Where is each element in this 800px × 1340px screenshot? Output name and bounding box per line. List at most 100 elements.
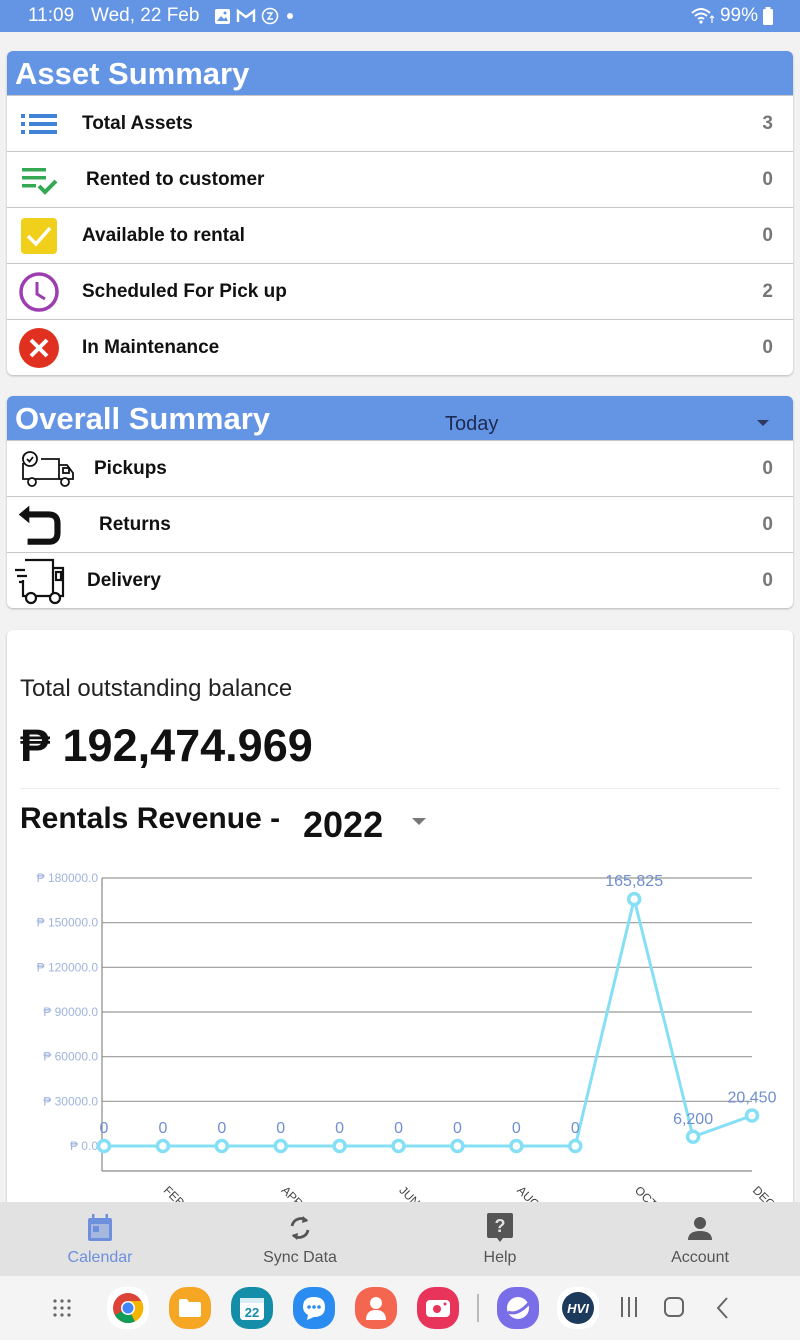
data-point [568,1138,583,1154]
summary-label: Returns [99,513,171,535]
year-dropdown-caret-icon[interactable] [412,818,426,825]
dock-divider [477,1294,479,1322]
data-point [214,1138,230,1154]
battery-percent: 99% [719,5,758,26]
svg-text:HVI: HVI [567,1301,589,1316]
gmail-icon [236,8,256,22]
messages-icon[interactable] [293,1287,335,1329]
x-tick-label: OCT [632,1183,660,1202]
contacts-icon[interactable] [355,1287,397,1329]
sync-icon [284,1212,316,1244]
battery-icon [763,6,773,25]
nav-label: Account [671,1249,729,1266]
list-check-icon [19,158,63,202]
period-value: Today [445,413,499,435]
dashboard-page: Asset Summary Total Assets 3 Rented to c… [0,32,800,1202]
dropdown-caret-icon [757,420,769,426]
calendar-icon [84,1212,116,1244]
hvi-app-icon[interactable]: HVI [557,1287,599,1329]
asset-summary-card: Asset Summary Total Assets 3 Rented to c… [7,51,793,375]
period-dropdown[interactable]: Today [445,396,785,440]
data-label: 165,825 [605,873,663,890]
y-tick-label: ₱ 120000.0 [37,960,99,974]
revenue-chart: ₱ 0.0 ₱ 30000.0 ₱ 60000.0 ₱ 90000.0 ₱ 120000… [37,871,778,1202]
data-point [744,1108,760,1123]
data-point [450,1138,465,1154]
balance-title: Total outstanding balance [20,675,293,702]
svg-text:?: ? [495,1216,506,1236]
notification-icons [214,7,296,25]
y-tick-label: ₱ 30000.0 [43,1094,98,1108]
y-tick-label: ₱ 60000.0 [43,1050,98,1064]
summary-row-returns[interactable]: Returns 0 [7,496,793,552]
asset-row-total-assets[interactable]: Total Assets 3 [7,95,793,151]
data-point [155,1138,171,1154]
internet-icon[interactable] [497,1287,539,1329]
pickup-truck-icon [19,447,75,491]
status-time: 11:09 [28,5,75,26]
data-label: 0 [394,1120,403,1137]
summary-label: Pickups [94,457,167,479]
home-icon[interactable] [663,1296,685,1323]
recent-apps-icon[interactable] [618,1296,640,1323]
y-tick-label: ₱ 180000.0 [37,871,99,885]
nav-sync-data[interactable]: Sync Data [200,1202,400,1276]
data-label: 0 [100,1120,109,1137]
balance-card: Total outstanding balance ₱ 192,474.969 … [7,630,793,1202]
revenue-title: Rentals Revenue - [20,802,281,835]
x-tick-label: AUG [514,1183,542,1202]
overall-summary-header: Overall Summary Today [7,396,793,440]
summary-value: 0 [762,513,773,535]
asset-row-maintenance[interactable]: In Maintenance 0 [7,319,793,375]
data-point [685,1129,701,1145]
y-tick-label: ₱ 0.0 [70,1139,98,1153]
year-dropdown[interactable]: 2022 [303,804,383,846]
summary-value: 0 [762,457,773,479]
summary-row-delivery[interactable]: Delivery 0 [7,552,793,608]
data-label: 0 [217,1120,226,1137]
account-icon [684,1212,716,1244]
data-point [332,1138,347,1154]
asset-value: 2 [762,280,773,302]
clock-icon [17,270,61,314]
overall-summary-card: Overall Summary Today Pickups 0 Returns … [7,396,793,608]
data-label: 0 [512,1120,521,1137]
nav-help[interactable]: ? Help [400,1202,600,1276]
series-line [104,898,753,1148]
chrome-icon[interactable] [107,1287,149,1329]
divider [20,788,780,789]
data-point [96,1138,112,1154]
nav-label: Help [483,1249,517,1266]
data-point [509,1138,524,1154]
y-tick-label: ₱ 90000.0 [43,1005,98,1019]
asset-value: 0 [762,336,773,358]
asset-label: Available to rental [82,224,245,246]
return-arrow-icon [17,503,61,547]
data-label: 20,450 [728,1090,777,1107]
asset-row-scheduled[interactable]: Scheduled For Pick up 2 [7,263,793,319]
asset-row-available[interactable]: Available to rental 0 [7,207,793,263]
x-tick-label: FEB [161,1183,187,1202]
summary-label: Delivery [87,569,161,591]
status-date: Wed, 22 Feb [91,5,200,26]
asset-label: Rented to customer [86,168,265,190]
status-bar: 11:09 Wed, 22 Feb 99% [0,0,800,32]
asset-label: In Maintenance [82,336,220,358]
files-icon[interactable] [169,1287,211,1329]
checkbox-icon [17,214,61,258]
system-nav-bar: 22 HVI [0,1276,800,1340]
camera-icon[interactable] [417,1287,459,1329]
data-point [391,1138,406,1154]
balance-amount: ₱ 192,474.969 [20,720,313,771]
nav-calendar[interactable]: Calendar [0,1202,200,1276]
data-point [626,891,642,907]
back-icon[interactable] [714,1296,730,1325]
calendar-app-icon[interactable]: 22 [231,1287,273,1329]
svg-text:22: 22 [245,1305,259,1320]
asset-row-rented[interactable]: Rented to customer 0 [7,151,793,207]
wifi-icon [691,8,715,24]
summary-row-pickups[interactable]: Pickups 0 [7,440,793,496]
app-drawer-icon[interactable] [52,1298,72,1323]
asset-value: 0 [762,168,773,190]
nav-account[interactable]: Account [600,1202,800,1276]
